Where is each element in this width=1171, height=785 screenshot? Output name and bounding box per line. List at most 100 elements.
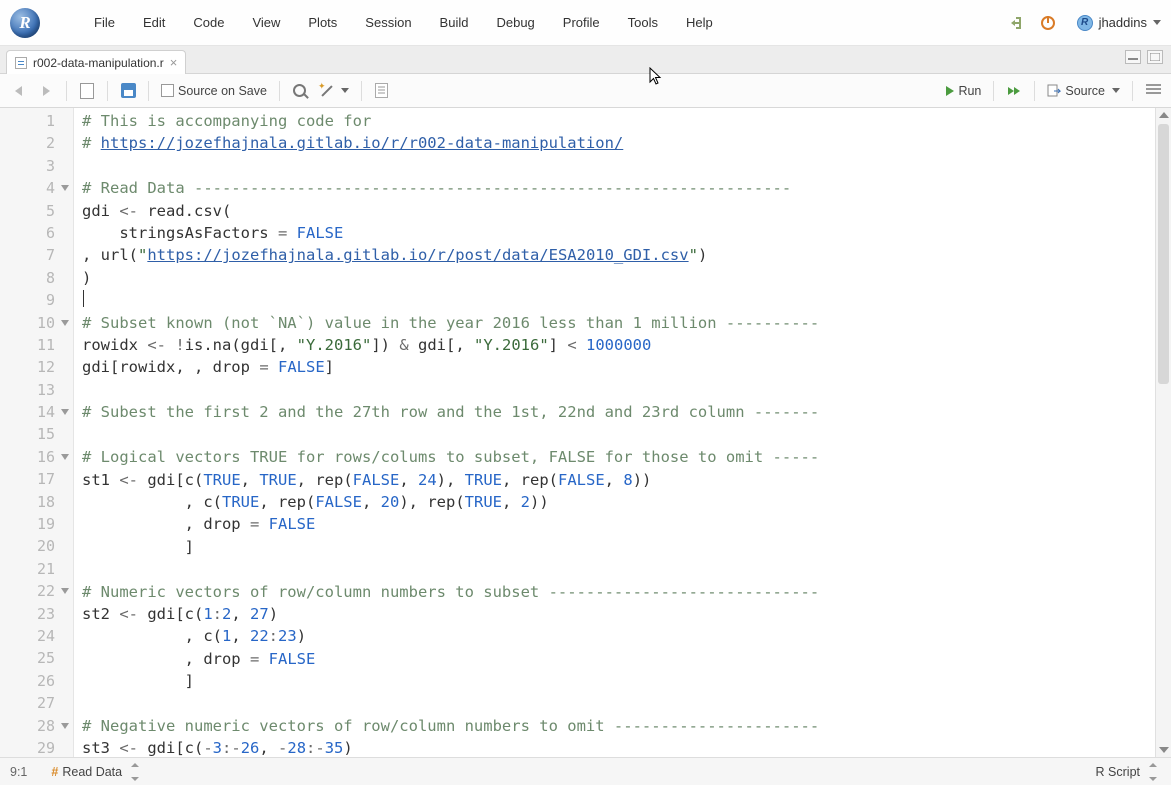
- run-button[interactable]: Run: [942, 79, 985, 103]
- line-number[interactable]: 17: [0, 468, 73, 490]
- code-line[interactable]: st3 <- gdi[c(-3:-26, -28:-35): [82, 737, 1155, 757]
- menu-build[interactable]: Build: [426, 11, 483, 34]
- menu-help[interactable]: Help: [672, 11, 727, 34]
- code-line[interactable]: # https://jozefhajnala.gitlab.io/r/r002-…: [82, 132, 1155, 154]
- code-tools-button[interactable]: [316, 79, 353, 103]
- line-number[interactable]: 16: [0, 446, 73, 468]
- scroll-thumb[interactable]: [1158, 124, 1169, 384]
- code-line[interactable]: [82, 693, 1155, 715]
- close-icon[interactable]: ×: [170, 55, 178, 70]
- line-number[interactable]: 11: [0, 334, 73, 356]
- code-line[interactable]: , c(1, 22:23): [82, 625, 1155, 647]
- code-line[interactable]: gdi[rowidx, , drop = FALSE]: [82, 356, 1155, 378]
- menu-view[interactable]: View: [238, 11, 294, 34]
- code-line[interactable]: [82, 558, 1155, 580]
- menu-session[interactable]: Session: [351, 11, 425, 34]
- code-line[interactable]: [82, 155, 1155, 177]
- code-line[interactable]: gdi <- read.csv(: [82, 200, 1155, 222]
- vertical-scrollbar[interactable]: [1155, 108, 1171, 757]
- power-icon[interactable]: [1039, 14, 1057, 32]
- line-number[interactable]: 6: [0, 222, 73, 244]
- line-number[interactable]: 22: [0, 580, 73, 602]
- tab-file-active[interactable]: r002-data-manipulation.r ×: [6, 50, 186, 74]
- line-number[interactable]: 7: [0, 244, 73, 266]
- menu-plots[interactable]: Plots: [294, 11, 351, 34]
- code-editor[interactable]: 1234567891011121314151617181920212223242…: [0, 108, 1171, 757]
- code-line[interactable]: , drop = FALSE: [82, 648, 1155, 670]
- menu-file[interactable]: File: [80, 11, 129, 34]
- line-number[interactable]: 19: [0, 513, 73, 535]
- user-name: jhaddins: [1099, 15, 1147, 30]
- line-number[interactable]: 24: [0, 625, 73, 647]
- code-line[interactable]: # Read Data ----------------------------…: [82, 177, 1155, 199]
- menu-debug[interactable]: Debug: [482, 11, 548, 34]
- nav-forward-button[interactable]: [34, 79, 58, 103]
- code-line[interactable]: ]: [82, 536, 1155, 558]
- code-line[interactable]: # Subest the first 2 and the 27th row an…: [82, 401, 1155, 423]
- code-line[interactable]: stringsAsFactors = FALSE: [82, 222, 1155, 244]
- menu-profile[interactable]: Profile: [549, 11, 614, 34]
- line-gutter[interactable]: 1234567891011121314151617181920212223242…: [0, 108, 74, 757]
- line-number[interactable]: 13: [0, 379, 73, 401]
- section-selector[interactable]: # Read Data: [47, 760, 143, 784]
- menu-code[interactable]: Code: [179, 11, 238, 34]
- code-line[interactable]: ]: [82, 670, 1155, 692]
- line-number[interactable]: 27: [0, 692, 73, 714]
- maximize-pane-icon[interactable]: [1147, 50, 1163, 64]
- cursor-position[interactable]: 9:1: [10, 765, 27, 779]
- line-number[interactable]: 5: [0, 200, 73, 222]
- code-area[interactable]: # This is accompanying code for# https:/…: [74, 108, 1155, 757]
- line-number[interactable]: 4: [0, 177, 73, 199]
- line-number[interactable]: 23: [0, 603, 73, 625]
- code-line[interactable]: ): [82, 267, 1155, 289]
- code-line[interactable]: , url("https://jozefhajnala.gitlab.io/r/…: [82, 244, 1155, 266]
- line-number[interactable]: 26: [0, 670, 73, 692]
- signout-icon[interactable]: [1009, 14, 1027, 32]
- menu-tools[interactable]: Tools: [614, 11, 672, 34]
- code-line[interactable]: # Negative numeric vectors of row/column…: [82, 715, 1155, 737]
- save-button[interactable]: [116, 79, 140, 103]
- scroll-down-icon[interactable]: [1159, 747, 1169, 753]
- code-line[interactable]: # Logical vectors TRUE for rows/colums t…: [82, 446, 1155, 468]
- scroll-up-icon[interactable]: [1159, 112, 1169, 118]
- code-line[interactable]: [82, 379, 1155, 401]
- line-number[interactable]: 14: [0, 401, 73, 423]
- minimize-pane-icon[interactable]: [1125, 50, 1141, 64]
- language-mode[interactable]: R Script: [1092, 760, 1161, 784]
- code-line[interactable]: , c(TRUE, rep(FALSE, 20), rep(TRUE, 2)): [82, 491, 1155, 513]
- line-number[interactable]: 10: [0, 312, 73, 334]
- line-number[interactable]: 3: [0, 155, 73, 177]
- line-number[interactable]: 25: [0, 647, 73, 669]
- line-number[interactable]: 9: [0, 289, 73, 311]
- line-number[interactable]: 8: [0, 267, 73, 289]
- menu-edit[interactable]: Edit: [129, 11, 179, 34]
- line-number[interactable]: 15: [0, 423, 73, 445]
- outline-button[interactable]: [1141, 79, 1165, 103]
- line-number[interactable]: 18: [0, 491, 73, 513]
- line-number[interactable]: 2: [0, 132, 73, 154]
- code-line[interactable]: st1 <- gdi[c(TRUE, TRUE, rep(FALSE, 24),…: [82, 469, 1155, 491]
- arrow-left-icon: [15, 86, 22, 96]
- code-line[interactable]: # Numeric vectors of row/column numbers …: [82, 581, 1155, 603]
- find-button[interactable]: [288, 79, 312, 103]
- source-on-save-toggle[interactable]: Source on Save: [157, 79, 271, 103]
- line-number[interactable]: 12: [0, 356, 73, 378]
- code-line[interactable]: st2 <- gdi[c(1:2, 27): [82, 603, 1155, 625]
- code-line[interactable]: [82, 424, 1155, 446]
- line-number[interactable]: 28: [0, 715, 73, 737]
- user-menu[interactable]: R jhaddins: [1077, 15, 1161, 31]
- line-number[interactable]: 20: [0, 535, 73, 557]
- rerun-button[interactable]: [1002, 79, 1026, 103]
- code-line[interactable]: rowidx <- !is.na(gdi[, "Y.2016"]) & gdi[…: [82, 334, 1155, 356]
- show-in-new-window-button[interactable]: [75, 79, 99, 103]
- line-number[interactable]: 21: [0, 558, 73, 580]
- line-number[interactable]: 29: [0, 737, 73, 759]
- code-line[interactable]: , drop = FALSE: [82, 513, 1155, 535]
- nav-back-button[interactable]: [6, 79, 30, 103]
- source-button[interactable]: Source: [1043, 79, 1124, 103]
- code-line[interactable]: [82, 289, 1155, 311]
- report-button[interactable]: [370, 79, 394, 103]
- code-line[interactable]: # This is accompanying code for: [82, 110, 1155, 132]
- line-number[interactable]: 1: [0, 110, 73, 132]
- code-line[interactable]: # Subset known (not `NA`) value in the y…: [82, 312, 1155, 334]
